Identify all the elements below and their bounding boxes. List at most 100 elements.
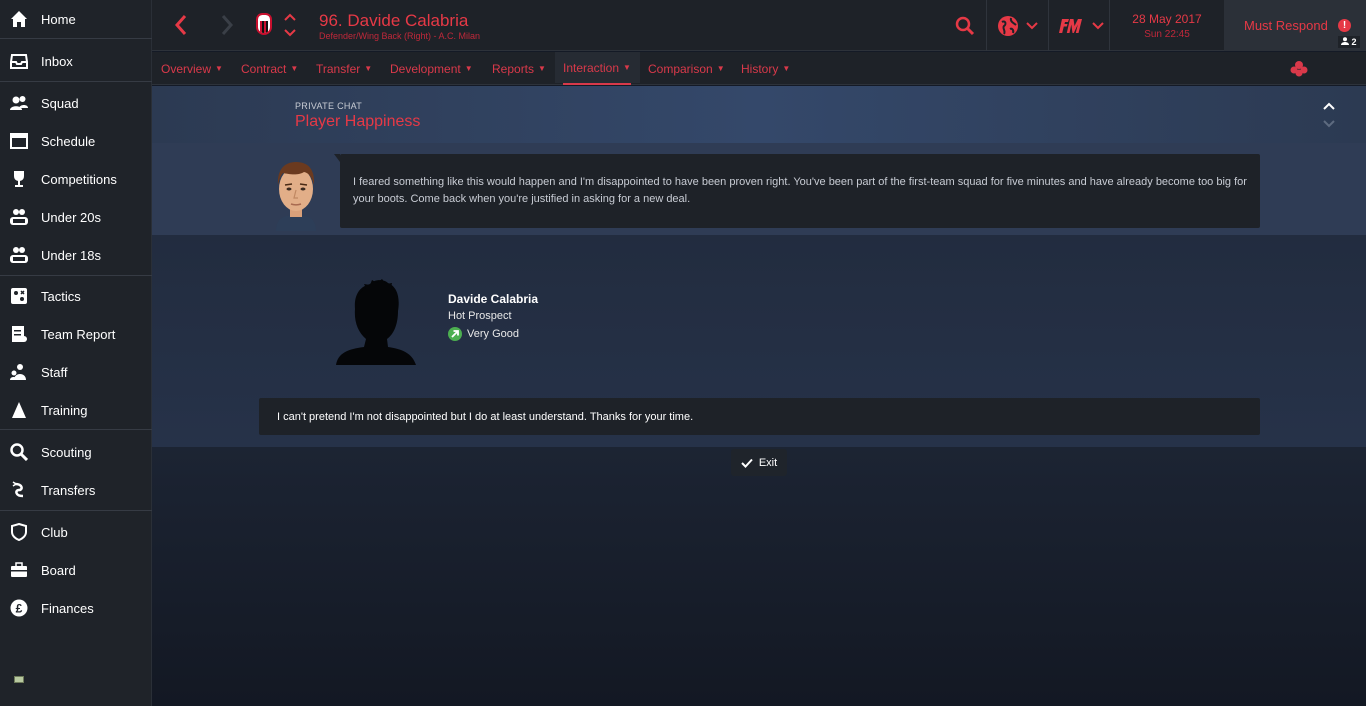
tab-label: Transfer [316, 61, 361, 76]
player-response-area: Davide Calabria Hot Prospect Very Good I… [152, 235, 1366, 447]
sidebar-item-label: Under 18s [41, 247, 101, 263]
top-bar: 96. Davide Calabria Defender/Wing Back (… [152, 0, 1366, 51]
sidebar-item-home[interactable]: Home [0, 1, 152, 37]
svg-text:£: £ [16, 602, 23, 616]
exit-label: Exit [758, 456, 778, 469]
player-morale: Very Good [448, 327, 519, 341]
player-status: Hot Prospect [448, 310, 512, 322]
manager-message-row: I feared something like this would happe… [152, 143, 1366, 235]
fm-logo-icon [1059, 19, 1082, 33]
morale-label: Very Good [467, 328, 519, 340]
chevron-down-icon: ▼ [464, 64, 473, 73]
sidebar-item-label: Inbox [41, 53, 73, 69]
status-indicator-icon[interactable] [14, 676, 24, 683]
tab-interaction[interactable]: Interaction ▼ [563, 52, 631, 85]
sidebar-item-transfers[interactable]: Transfers [0, 472, 152, 508]
tab-label: Contract [241, 61, 287, 76]
search-button[interactable] [955, 13, 975, 39]
sidebar-item-label: Squad [41, 95, 79, 111]
search-icon [9, 442, 29, 462]
sidebar-item-squad[interactable]: Squad [0, 85, 152, 121]
club-badge-icon [256, 13, 272, 35]
sidebar-item-finances[interactable]: £ Finances [0, 590, 152, 626]
sidebar-item-scouting[interactable]: Scouting [0, 434, 152, 470]
pending-count-badge: 2 [1338, 36, 1360, 48]
sidebar-item-label: Schedule [41, 133, 96, 149]
sidebar-item-competitions[interactable]: Competitions [0, 161, 152, 197]
sidebar-item-label: Scouting [41, 444, 92, 460]
page-subtitle: Defender/Wing Back (Right) - A.C. Milan [319, 31, 481, 41]
must-respond-button[interactable]: Must Respond ! 2 [1224, 0, 1366, 51]
chevron-down-icon: ▼ [290, 64, 299, 73]
squad-icon [9, 93, 29, 113]
chevron-down-icon: ▼ [364, 64, 373, 73]
fm-menu-button[interactable] [1059, 13, 1104, 39]
sidebar-item-training[interactable]: Training [0, 392, 152, 428]
sidebar-item-team-report[interactable]: Team Report [0, 316, 152, 352]
sidebar-item-label: Transfers [41, 482, 96, 498]
tab-bar: Overview ▼ Contract ▼ Transfer ▼ Developmen… [152, 52, 1366, 85]
exit-button[interactable]: Exit [731, 449, 787, 476]
sidebar-divider [0, 81, 152, 82]
up-down-chevron-icon [284, 13, 296, 37]
toolbar-divider [986, 0, 987, 51]
sidebar-item-label: Home [41, 11, 76, 27]
chevron-down-icon: ▼ [716, 64, 725, 73]
game-time: Sun 22:45 [1144, 29, 1190, 40]
sidebar-item-board[interactable]: Board [0, 552, 152, 588]
under18s-icon [9, 245, 29, 265]
chevron-left-icon [174, 15, 187, 35]
inbox-icon [9, 51, 29, 71]
collapse-toggle[interactable] [1322, 100, 1342, 130]
forward-button[interactable] [214, 12, 240, 38]
sidebar-item-label: Finances [41, 600, 94, 616]
sidebar-item-inbox[interactable]: Inbox [0, 43, 152, 79]
section-header: PRIVATE CHAT Player Happiness [152, 86, 1366, 143]
manager-message-bubble: I feared something like this would happe… [334, 154, 1260, 228]
section-title: Player Happiness [295, 113, 421, 130]
sidebar-item-label: Team Report [41, 326, 116, 342]
world-menu-button[interactable] [997, 13, 1038, 39]
shield-icon [9, 522, 29, 542]
back-button[interactable] [168, 12, 194, 38]
sidebar-item-label: Under 20s [41, 209, 101, 225]
people-group-icon[interactable] [1290, 60, 1308, 78]
tab-overview[interactable]: Overview ▼ [161, 52, 223, 85]
staff-icon [9, 362, 29, 382]
chevron-down-icon [1026, 22, 1038, 30]
report-icon [9, 324, 29, 344]
must-respond-label: Must Respond [1244, 18, 1328, 33]
sidebar-divider [0, 429, 152, 430]
chevron-down-icon: ▼ [538, 64, 546, 73]
sidebar-item-under-18s[interactable]: Under 18s [0, 237, 152, 273]
player-name: Davide Calabria [448, 292, 539, 306]
sidebar-item-tactics[interactable]: Tactics [0, 278, 152, 314]
sidebar-item-club[interactable]: Club [0, 514, 152, 550]
sidebar-item-schedule[interactable]: Schedule [0, 123, 152, 159]
page-title: 96. Davide Calabria [319, 11, 469, 30]
section-overline: PRIVATE CHAT [295, 101, 363, 111]
chevron-up-down-icon [1323, 102, 1335, 128]
sidebar-item-staff[interactable]: Staff [0, 354, 152, 390]
tab-contract[interactable]: Contract ▼ [241, 52, 298, 85]
tab-history[interactable]: History ▼ [741, 52, 790, 85]
manager-avatar [271, 159, 321, 231]
sidebar-divider [0, 510, 152, 511]
sidebar: Home Inbox Squad Schedule Competitions U… [0, 0, 152, 706]
pound-icon: £ [9, 598, 29, 618]
tab-label: Overview [161, 61, 212, 76]
tab-reports[interactable]: Reports ▼ [492, 52, 546, 85]
search-icon [955, 16, 975, 36]
tab-development[interactable]: Development ▼ [390, 52, 473, 85]
sidebar-item-label: Staff [41, 364, 68, 380]
sidebar-item-label: Board [41, 562, 76, 578]
checkmark-icon [741, 458, 753, 468]
player-switcher[interactable] [283, 12, 297, 38]
tab-comparison[interactable]: Comparison ▼ [648, 52, 725, 85]
schedule-icon [9, 131, 29, 151]
tab-transfer[interactable]: Transfer ▼ [316, 52, 372, 85]
game-date-continue[interactable]: 28 May 2017 Sun 22:45 [1110, 0, 1224, 51]
sidebar-item-under-20s[interactable]: Under 20s [0, 199, 152, 235]
globe-icon [998, 16, 1018, 36]
chevron-right-icon [221, 15, 234, 35]
